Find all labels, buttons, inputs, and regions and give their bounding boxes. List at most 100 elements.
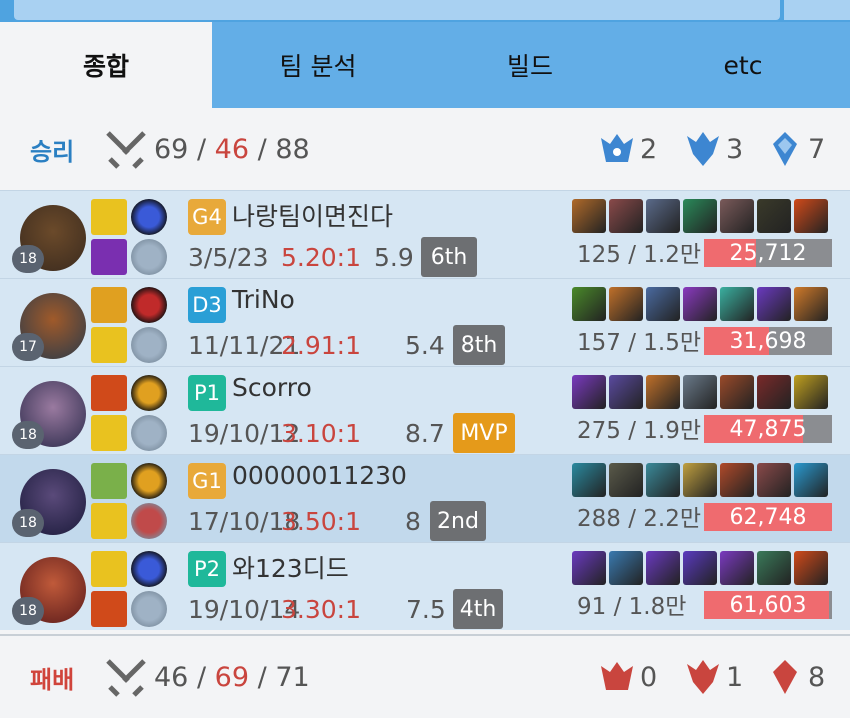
team-deaths: 69 [214,661,250,693]
damage-bar: 25,712 [704,239,832,267]
cs-gold: 288 / 2.2만 [577,506,702,532]
tab-build[interactable]: 빌드 [424,22,636,108]
team-assists: 71 [275,661,310,693]
team-kills: 69 [154,133,189,165]
baron-icon [601,134,633,162]
team-kda: 46 / 69 / 71 [154,662,310,693]
damage-value: 62,748 [729,504,807,530]
kda-separator: / [196,661,207,693]
tower-icon [773,660,797,694]
op-score: 8 [405,507,421,536]
summoner-name[interactable]: 나랑팀이면진다 [232,197,393,233]
rune-icon [131,415,167,451]
item-slots [572,375,828,409]
item-icon [794,463,828,497]
kda-ratio: 3.10:1 [281,419,361,448]
rank-badge: 6th [421,237,477,277]
item-icon [646,375,680,409]
tab-team-analysis[interactable]: 팀 분석 [212,22,424,108]
damage-value: 61,603 [729,592,807,618]
rune-icon [131,287,167,323]
dragon-count: 1 [684,658,743,696]
item-icon [757,551,791,585]
damage-bar: 62,748 [704,503,832,531]
item-slots [572,287,828,321]
win-team-header: 승리 69 / 46 / 88 2 3 7 [0,108,850,190]
tier-badge: P2 [188,551,226,587]
kda-separator: / [257,133,267,165]
champion-level: 18 [12,245,44,273]
top-bar [0,0,850,22]
tower-icon [773,132,797,166]
item-icon [757,463,791,497]
tier-badge: D3 [188,287,226,323]
summoner-spell-icon [91,415,127,451]
team-deaths: 46 [214,133,250,165]
baron-count: 2 [598,130,657,168]
summoner-name[interactable]: 00000011230 [232,461,407,490]
team-result-label: 패배 [30,665,75,694]
op-score: 7.5 [406,595,446,624]
tab-summary[interactable]: 종합 [0,22,212,108]
item-slots [572,551,828,585]
crossed-swords-icon [106,131,146,169]
item-icon [572,375,606,409]
item-icon [572,287,606,321]
dragon-icon [687,660,719,694]
rank-badge: MVP [453,413,515,453]
rune-icon [131,591,167,627]
item-icon [646,551,680,585]
player-row[interactable]: 17 D3 TriNo 11/11/21 2.91:1 5.4 8th 157 … [0,278,850,366]
item-slots [572,463,828,497]
player-row[interactable]: 18 G1 00000011230 17/10/18 3.50:1 8 2nd … [0,454,850,542]
summoner-spell-icon [91,287,127,323]
search-field[interactable] [14,0,780,20]
champion-level: 17 [12,333,44,361]
item-icon [720,287,754,321]
op-score: 8.7 [405,419,445,448]
tier-badge: P1 [188,375,226,411]
champion-level: 18 [12,421,44,449]
player-row[interactable]: 18 G4 나랑팀이면진다 3/5/23 5.20:1 5.9 6th 125 … [0,190,850,278]
summoner-name[interactable]: TriNo [232,285,295,314]
summoner-spell-icon [91,375,127,411]
team-kda: 69 / 46 / 88 [154,134,310,165]
item-icon [794,375,828,409]
rune-icon [131,199,167,235]
crossed-swords-icon [106,659,146,697]
damage-value: 47,875 [729,416,807,442]
item-icon [572,199,606,233]
summoner-spell-icon [91,199,127,235]
team-assists: 88 [275,133,310,165]
rune-icon [131,551,167,587]
tier-badge: G4 [188,199,226,235]
item-icon [683,551,717,585]
item-icon [757,199,791,233]
damage-value: 31,698 [729,328,807,354]
player-row[interactable]: 18 P2 와123디드 19/10/14 3.30:1 7.5 4th 91 … [0,542,850,630]
rank-badge: 8th [453,325,505,365]
kda-ratio: 5.20:1 [281,243,361,272]
dragon-count: 3 [684,130,743,168]
damage-bar: 61,603 [704,591,832,619]
rune-icon [131,503,167,539]
search-button[interactable] [784,0,850,20]
summoner-name[interactable]: Scorro [232,373,312,402]
item-icon [720,375,754,409]
tower-count: 8 [766,658,825,696]
rune-icon [131,375,167,411]
summoner-spell-icon [91,463,127,499]
champion-level: 18 [12,597,44,625]
baron-icon [601,662,633,690]
item-icon [794,199,828,233]
summoner-spell-icon [91,327,127,363]
item-icon [609,375,643,409]
item-icon [572,551,606,585]
damage-bar: 47,875 [704,415,832,443]
item-icon [683,287,717,321]
item-icon [609,551,643,585]
kda-separator: / [196,133,207,165]
player-row[interactable]: 18 P1 Scorro 19/10/12 3.10:1 8.7 MVP 275… [0,366,850,454]
summoner-name[interactable]: 와123디드 [232,549,349,585]
tab-etc[interactable]: etc [636,22,850,108]
